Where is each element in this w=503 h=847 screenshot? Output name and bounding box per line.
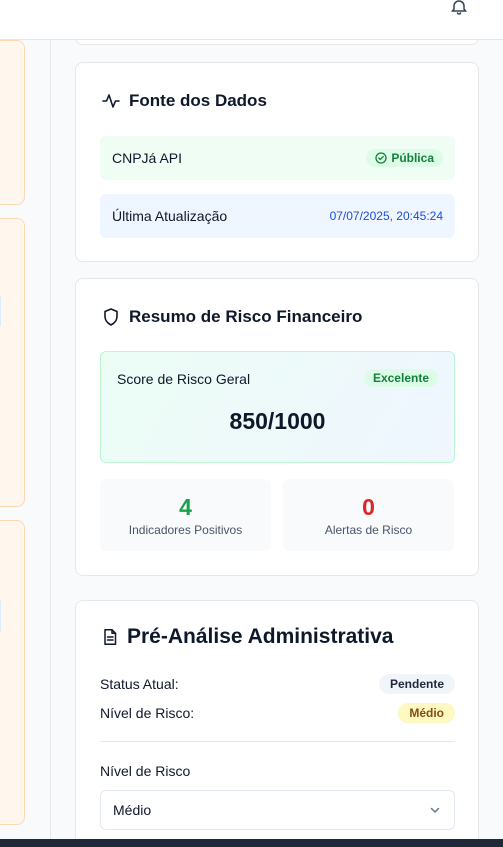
bottom-bar — [0, 839, 503, 847]
status-row: Status Atual: Pendente — [100, 674, 455, 694]
risk-level-select-value: Médio — [113, 802, 152, 818]
risk-level-badge: Médio — [398, 703, 455, 723]
side-card-accent — [0, 295, 1, 327]
risk-level-label: Nível de Risco: — [100, 705, 195, 721]
pre-analysis-card: Pré-Análise Administrativa Status Atual:… — [75, 600, 479, 847]
last-update-timestamp: 07/07/2025, 20:45:24 — [329, 209, 443, 223]
public-badge: Pública — [366, 149, 443, 167]
risk-alerts-stat: 0 Alertas de Risco — [283, 479, 454, 551]
risk-score-badge: Excelente — [363, 369, 438, 387]
risk-level-row: Nível de Risco: Médio — [100, 703, 455, 723]
data-source-card: Fonte dos Dados CNPJá API Pública Última… — [75, 62, 479, 262]
status-label: Status Atual: — [100, 676, 179, 692]
activity-icon — [102, 94, 120, 108]
public-badge-label: Pública — [391, 151, 434, 165]
provider-row: CNPJá API Pública — [100, 136, 455, 180]
risk-summary-title: Resumo de Risco Financeiro — [101, 307, 362, 327]
risk-summary-card: Resumo de Risco Financeiro Score de Risc… — [75, 278, 479, 576]
side-card — [0, 218, 25, 507]
data-source-title: Fonte dos Dados — [101, 91, 267, 111]
last-update-row: Última Atualização 07/07/2025, 20:45:24 — [100, 194, 455, 238]
positive-indicators-count: 4 — [179, 494, 192, 520]
side-card — [0, 520, 25, 825]
pre-analysis-title: Pré-Análise Administrativa — [101, 625, 393, 649]
risk-level-select[interactable]: Médio — [100, 790, 455, 830]
document-icon — [104, 629, 117, 645]
risk-alerts-count: 0 — [362, 494, 375, 520]
side-card — [0, 40, 25, 205]
side-card-accent — [0, 600, 1, 632]
status-badge: Pendente — [378, 674, 455, 694]
check-circle-icon — [375, 152, 387, 164]
risk-alerts-label: Alertas de Risco — [324, 523, 413, 537]
chevron-down-icon — [430, 807, 440, 813]
provider-name: CNPJá API — [112, 150, 183, 166]
top-bar — [0, 0, 503, 40]
bell-icon[interactable] — [450, 0, 468, 16]
positive-indicators-stat: 4 Indicadores Positivos — [100, 479, 271, 551]
positive-indicators-label: Indicadores Positivos — [128, 523, 243, 537]
last-update-label: Última Atualização — [112, 208, 228, 224]
left-panel — [0, 40, 51, 839]
risk-score-value: 850/1000 — [229, 408, 326, 434]
pre-analysis-title-text: Pré-Análise Administrativa — [127, 625, 394, 648]
data-source-title-text: Fonte dos Dados — [129, 91, 267, 110]
risk-summary-title-text: Resumo de Risco Financeiro — [129, 307, 363, 326]
risk-score-label: Score de Risco Geral — [117, 371, 251, 387]
divider — [100, 741, 455, 742]
shield-icon — [104, 308, 118, 326]
risk-score-panel: Score de Risco Geral Excelente 850/1000 — [100, 351, 455, 463]
risk-level-field-label: Nível de Risco — [100, 763, 191, 779]
